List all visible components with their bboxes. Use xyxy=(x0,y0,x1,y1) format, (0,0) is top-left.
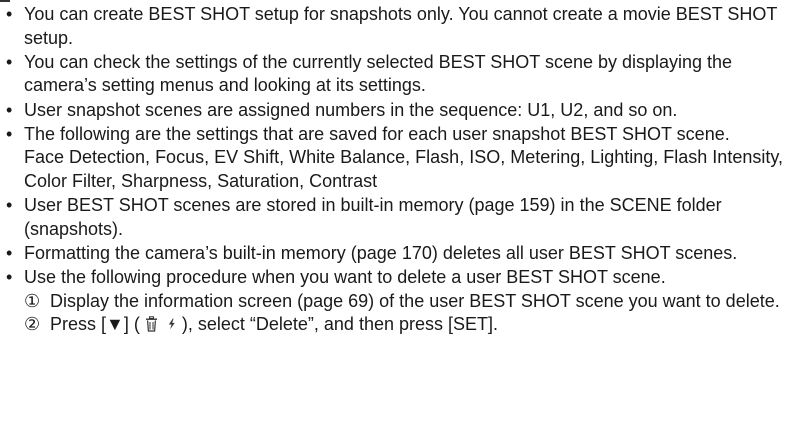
trash-icon xyxy=(145,316,157,332)
bullet: • xyxy=(6,267,13,288)
note-text: Formatting the camera’s built-in memory … xyxy=(24,242,738,263)
saved-settings-list: Face Detection, Focus, EV Shift, White B… xyxy=(24,147,784,191)
bullet: • xyxy=(6,195,13,216)
note-storage-location: • User BEST SHOT scenes are stored in bu… xyxy=(0,194,792,241)
bullet: • xyxy=(6,99,13,120)
note-formatting: • Formatting the camera’s built-in memor… xyxy=(0,242,792,266)
note-text: You can create BEST SHOT setup for snaps… xyxy=(24,4,778,48)
flash-icon xyxy=(168,318,175,330)
procedure-step-2: ② Press [▼] ( ), select “Delete”, and the… xyxy=(24,313,792,337)
step-number: ② xyxy=(24,314,41,335)
note-saved-settings: • The following are the settings that ar… xyxy=(0,123,792,194)
note-text: You can check the settings of the curren… xyxy=(24,51,733,96)
note-create-setup: • You can create BEST SHOT setup for sna… xyxy=(0,3,792,50)
note-text: Use the following procedure when you wan… xyxy=(24,267,666,288)
top-rule-mark xyxy=(0,0,10,2)
step-text-after: ), select “Delete”, and then press [SET]… xyxy=(181,314,499,335)
bullet: • xyxy=(6,51,13,72)
notes-list: • You can create BEST SHOT setup for sna… xyxy=(0,3,792,338)
note-text: User BEST SHOT scenes are stored in buil… xyxy=(24,195,722,239)
step-text: Display the information screen (page 69)… xyxy=(50,290,780,311)
bullet: • xyxy=(6,242,13,263)
note-scene-numbers: • User snapshot scenes are assigned numb… xyxy=(0,99,792,123)
step-text-before: Press [▼] ( xyxy=(50,314,140,335)
procedure-step-1: ① Display the information screen (page 69… xyxy=(24,290,792,314)
note-check-settings: • You can check the settings of the curr… xyxy=(0,51,792,98)
bullet: • xyxy=(6,4,13,24)
note-delete-procedure: • Use the following procedure when you w… xyxy=(0,266,792,337)
note-text: The following are the settings that are … xyxy=(24,123,730,144)
note-text: User snapshot scenes are assigned number… xyxy=(24,99,678,120)
bullet: • xyxy=(6,123,13,144)
step-number: ① xyxy=(24,290,41,311)
